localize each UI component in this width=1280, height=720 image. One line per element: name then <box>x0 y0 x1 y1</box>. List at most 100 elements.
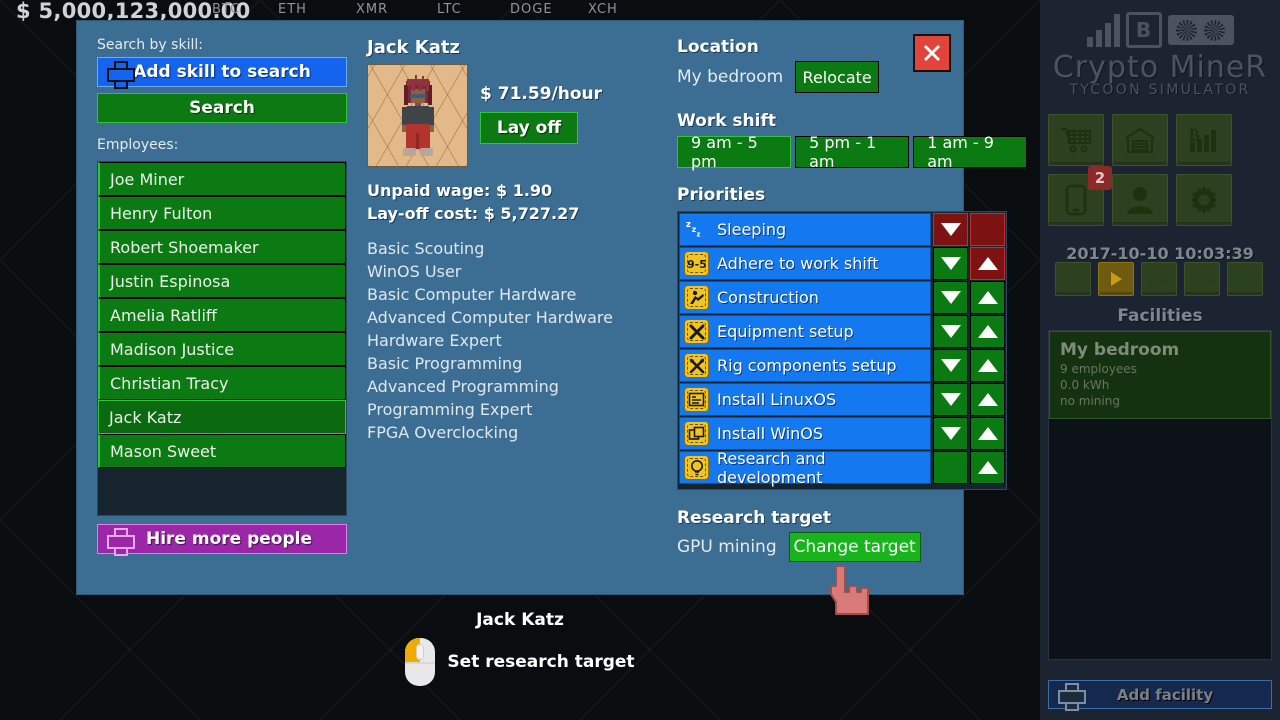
priority-down-button[interactable] <box>933 315 968 348</box>
list-item[interactable]: Robert Shoemaker <box>98 230 346 264</box>
mouse-left-click-icon <box>405 638 435 686</box>
priority-up-button[interactable] <box>970 417 1005 450</box>
facilities-button[interactable] <box>1112 114 1168 166</box>
speed-controls <box>1055 262 1271 296</box>
skill-item: Advanced Computer Hardware <box>367 306 617 329</box>
phone-button[interactable]: 2 <box>1048 174 1104 226</box>
fast-forward-3x-button[interactable] <box>1184 262 1220 296</box>
employee-name: Jack Katz <box>367 37 617 58</box>
tooltip-subject: Jack Katz <box>0 610 1040 630</box>
shift-button-night[interactable]: 1 am - 9 am <box>913 136 1027 168</box>
arrow-down-icon <box>941 223 961 236</box>
employees-dialog: Search by skill: Add skill to search Sea… <box>76 20 964 595</box>
add-skill-to-search-button[interactable]: Add skill to search <box>97 57 347 87</box>
arrow-up-icon <box>978 393 998 406</box>
employee-list[interactable]: Joe Miner Henry Fulton Robert Shoemaker … <box>97 161 347 516</box>
priority-item[interactable]: Equipment setup <box>679 315 931 348</box>
list-item[interactable]: Christian Tracy <box>98 366 346 400</box>
game-clock: 2017-10-10 10:03:39 <box>1040 244 1280 263</box>
list-item[interactable]: Joe Miner <box>98 162 346 196</box>
priority-down-button[interactable] <box>933 417 968 450</box>
add-facility-button[interactable]: Add facility <box>1048 680 1272 709</box>
bitcoin-chip-icon: B <box>1126 12 1162 48</box>
skill-item: WinOS User <box>367 260 617 283</box>
priority-item[interactable]: Rig components setup <box>679 349 931 382</box>
priority-label: Sleeping <box>717 220 786 239</box>
change-target-label: Change target <box>794 537 916 557</box>
skill-item: FPGA Overclocking <box>367 421 617 444</box>
ticker-doge[interactable]: DOGE <box>510 2 553 17</box>
priority-item[interactable]: 9-5 Adhere to work shift <box>679 247 931 280</box>
settings-button[interactable] <box>1176 174 1232 226</box>
plus-icon <box>1059 684 1081 706</box>
ticker-ltc[interactable]: LTC <box>437 2 462 17</box>
priority-down-button[interactable] <box>933 383 968 416</box>
hire-label: Hire more people <box>112 529 346 549</box>
tools-icon <box>684 319 709 344</box>
bitcoin-chart-icon: ₿ <box>1188 126 1220 154</box>
priority-up-button[interactable] <box>970 247 1005 280</box>
priority-up-button[interactable] <box>970 349 1005 382</box>
list-item-selected[interactable]: Jack Katz <box>98 400 346 434</box>
priority-item[interactable]: Install LinuxOS <box>679 383 931 416</box>
lay-off-button[interactable]: Lay off <box>480 112 578 144</box>
employee-wage: $ 71.59/hour <box>480 84 602 104</box>
phone-notification-badge: 2 <box>1088 166 1112 190</box>
relocate-button[interactable]: Relocate <box>795 61 879 93</box>
list-item[interactable]: Justin Espinosa <box>98 264 346 298</box>
arrow-up-icon <box>978 427 998 440</box>
priority-up-button[interactable] <box>970 281 1005 314</box>
employees-button[interactable] <box>1112 174 1168 226</box>
fast-forward-4x-button[interactable] <box>1227 262 1263 296</box>
table-row: Install LinuxOS <box>679 383 1005 416</box>
facility-name: My bedroom <box>1060 340 1260 360</box>
priority-up-button[interactable] <box>970 451 1005 484</box>
terminal-icon <box>684 387 709 412</box>
list-item[interactable]: Mason Sweet <box>98 434 346 468</box>
change-target-button[interactable]: Change target <box>789 532 921 562</box>
ticker-eth[interactable]: ETH <box>278 2 307 17</box>
priority-down-button[interactable] <box>933 281 968 314</box>
search-button[interactable]: Search <box>97 93 347 123</box>
priority-item[interactable]: Research and development <box>679 451 931 484</box>
lightbulb-icon <box>684 455 709 480</box>
play-button[interactable] <box>1098 262 1134 296</box>
employee-detail-panel: Jack Katz <box>367 37 617 444</box>
table-row: zzz Sleeping <box>679 213 1005 246</box>
logo-title: Crypto MineR <box>1040 50 1280 85</box>
pause-button[interactable] <box>1055 262 1091 296</box>
employee-portrait <box>367 64 468 167</box>
table-row: Construction <box>679 281 1005 314</box>
list-item[interactable]: Amelia Ratliff <box>98 298 346 332</box>
priority-label: Construction <box>717 288 819 307</box>
priority-down-button[interactable] <box>933 213 968 246</box>
arrow-up-icon <box>978 291 998 304</box>
priority-label: Adhere to work shift <box>717 254 878 273</box>
list-item[interactable]: Madison Justice <box>98 332 346 366</box>
fast-forward-2x-button[interactable] <box>1141 262 1177 296</box>
facility-card[interactable]: My bedroom 9 employees 0.0 kWh no mining <box>1049 331 1271 419</box>
priority-item[interactable]: Install WinOS <box>679 417 931 450</box>
ticker-xmr[interactable]: XMR <box>356 2 388 17</box>
ticker-btc[interactable]: BTC <box>212 2 240 17</box>
priority-down-button[interactable] <box>933 349 968 382</box>
bar-chart-icon <box>1087 13 1120 47</box>
priority-down-button[interactable] <box>933 247 968 280</box>
market-button[interactable]: ₿ <box>1176 114 1232 166</box>
hire-more-people-button[interactable]: Hire more people <box>97 524 347 554</box>
priority-label: Install WinOS <box>717 424 823 443</box>
shift-button-morning[interactable]: 9 am - 5 pm <box>677 136 791 168</box>
skill-list: Basic Scouting WinOS User Basic Computer… <box>367 237 617 444</box>
priority-item[interactable]: Construction <box>679 281 931 314</box>
priority-item[interactable]: zzz Sleeping <box>679 213 931 246</box>
tooltip-action-label: Set research target <box>447 652 634 672</box>
shift-button-evening[interactable]: 5 pm - 1 am <box>795 136 909 168</box>
priority-up-button-disabled <box>970 213 1005 246</box>
priority-up-button[interactable] <box>970 383 1005 416</box>
ticker-xch[interactable]: XCH <box>588 2 618 17</box>
table-row: 9-5 Adhere to work shift <box>679 247 1005 280</box>
list-item[interactable]: Henry Fulton <box>98 196 346 230</box>
priority-up-button[interactable] <box>970 315 1005 348</box>
shop-button[interactable] <box>1048 114 1104 166</box>
arrow-up-icon <box>978 461 998 474</box>
